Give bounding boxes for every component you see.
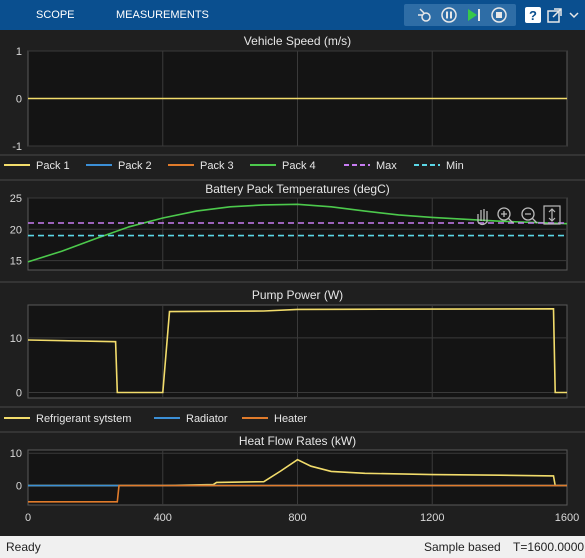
step-forward-icon[interactable]	[464, 6, 482, 24]
y-tick-label: -1	[12, 141, 22, 153]
help-icon[interactable]: ?	[524, 6, 542, 24]
legend-label: Heater	[274, 413, 307, 425]
x-tick-label: 0	[25, 512, 31, 524]
legend-label: Max	[376, 160, 397, 172]
toolstrip: SCOPE MEASUREMENTS ?	[0, 0, 585, 30]
status-bar: Ready Sample based T=1600.0000	[0, 536, 585, 558]
sample-mode: Sample based	[424, 540, 501, 554]
tab-scope[interactable]: SCOPE	[36, 0, 75, 30]
y-tick-label: 10	[10, 448, 22, 460]
undock-icon[interactable]	[546, 6, 564, 24]
y-tick-label: 0	[16, 388, 22, 400]
plot-title: Battery Pack Temperatures (degC)	[205, 182, 390, 196]
legend-label: Pack 1	[36, 160, 70, 172]
legend-label: Min	[446, 160, 464, 172]
x-tick-label: 800	[288, 512, 306, 524]
legend-label: Pack 3	[200, 160, 234, 172]
status-state: Ready	[6, 540, 41, 554]
y-tick-label: 0	[16, 481, 22, 493]
plot-title: Vehicle Speed (m/s)	[244, 34, 351, 48]
scope-plots: -1 0 1 Vehicle Speed (m/s) 15 20 25 Battery Pac…	[0, 34, 585, 524]
y-tick-label: 0	[16, 94, 22, 106]
x-tick-label: 1600	[555, 512, 579, 524]
legend-label: Radiator	[186, 413, 228, 425]
legend-label: Refrigerant sytstem	[36, 413, 131, 425]
y-tick-label: 1	[16, 46, 22, 58]
y-tick-label: 10	[10, 333, 22, 345]
plot-title: Heat Flow Rates (kW)	[239, 434, 356, 448]
y-tick-label: 15	[10, 256, 22, 268]
simulation-controls	[404, 4, 516, 26]
simulation-time: T=1600.0000	[513, 540, 585, 554]
legend-label: Pack 2	[118, 160, 152, 172]
stop-icon[interactable]	[490, 6, 508, 24]
chevron-down-icon[interactable]	[567, 6, 581, 24]
x-tick-label: 1200	[420, 512, 444, 524]
legend-label: Pack 4	[282, 160, 316, 172]
y-tick-label: 25	[10, 193, 22, 205]
x-tick-label: 400	[154, 512, 172, 524]
y-tick-label: 20	[10, 224, 22, 236]
pause-icon[interactable]	[440, 6, 458, 24]
tab-measurements[interactable]: MEASUREMENTS	[116, 0, 209, 30]
plot-title: Pump Power (W)	[252, 288, 343, 302]
svg-text:?: ?	[529, 8, 537, 23]
probe-icon[interactable]	[416, 6, 434, 24]
